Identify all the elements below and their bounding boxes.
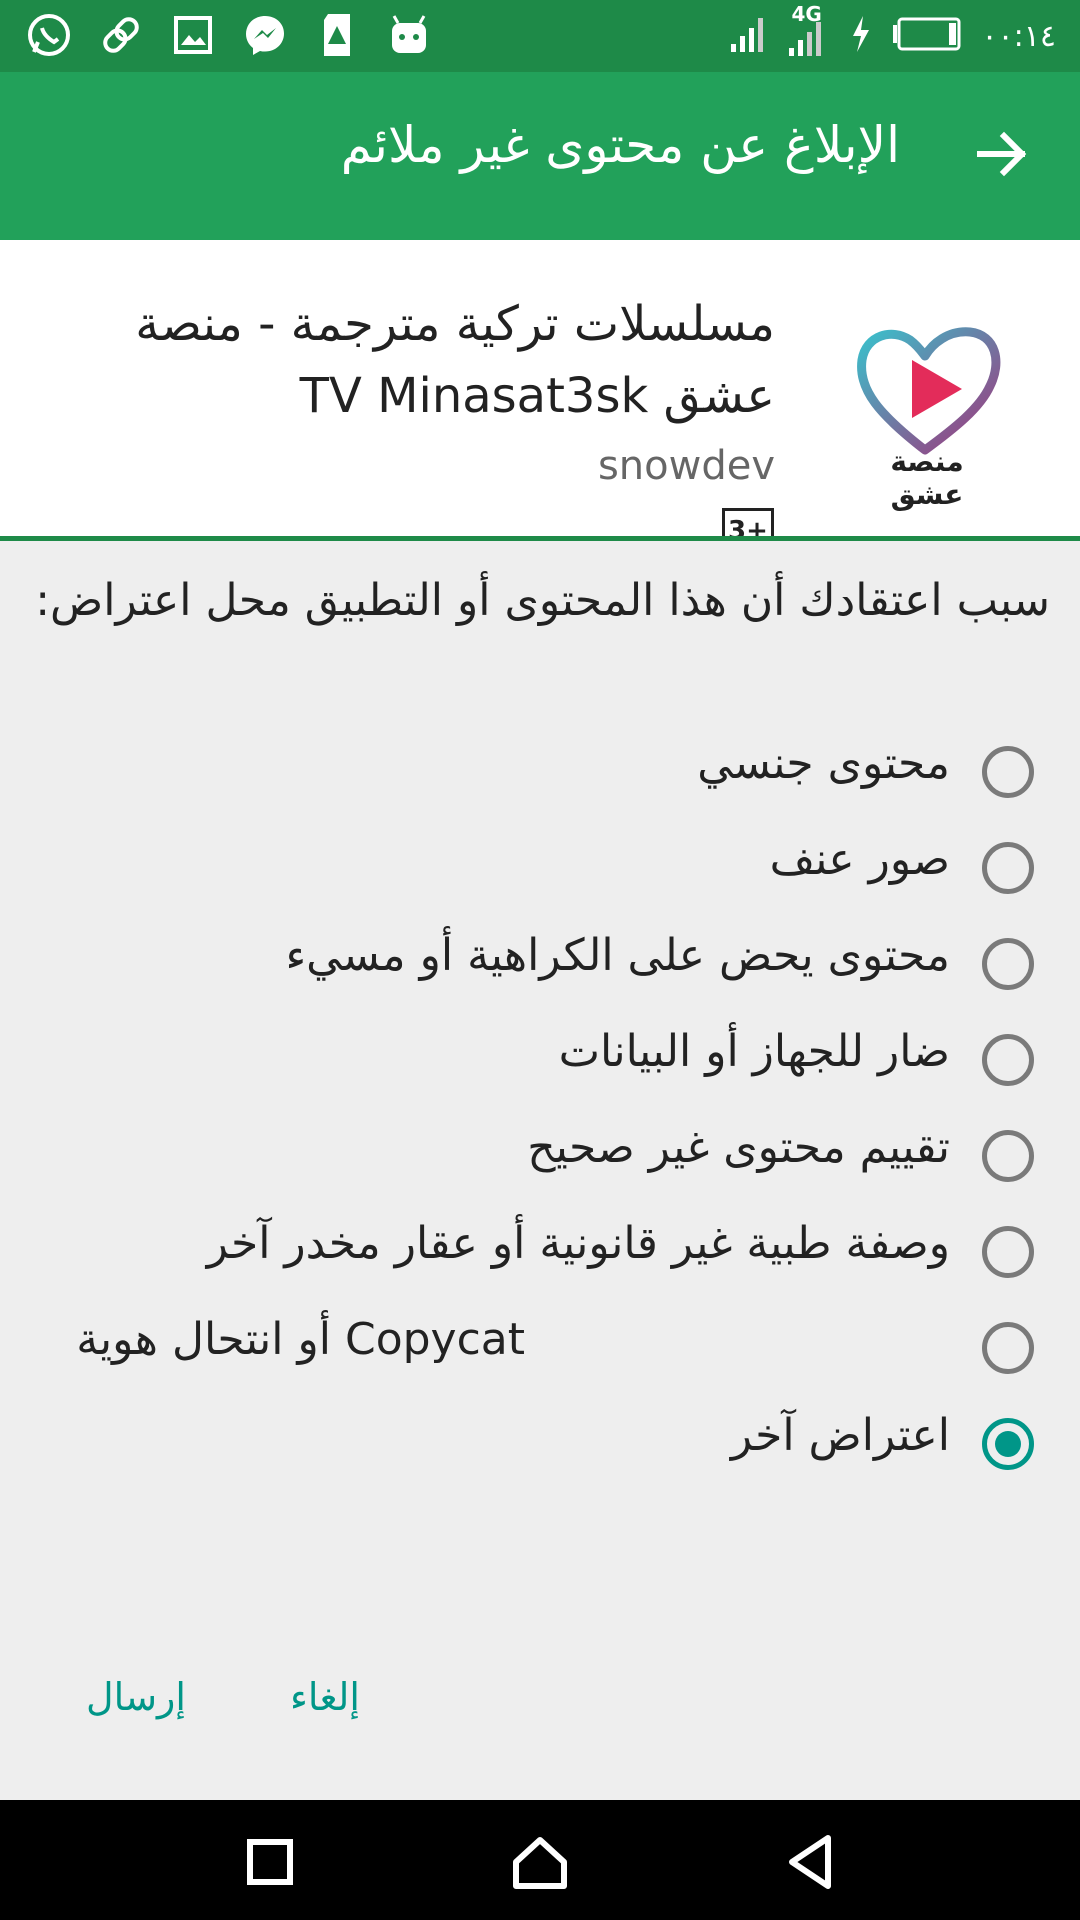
report-question: سبب اعتقادك أن هذا المحتوى أو التطبيق مح… xyxy=(35,575,1050,626)
messenger-icon xyxy=(240,10,290,60)
developer-name[interactable]: snowdev xyxy=(598,443,775,489)
option-label: اعتراض آخر xyxy=(730,1410,950,1461)
radio-button-selected[interactable] xyxy=(982,1418,1034,1470)
option-hateful-content[interactable]: محتوى يحض على الكراهية أو مسيء xyxy=(0,924,1080,1010)
signal-4g-icon: 4G xyxy=(787,2,831,64)
app-name[interactable]: مسلسلات تركية مترجمة - منصة عشق TV Minas… xyxy=(55,288,775,432)
navigation-bar xyxy=(0,1800,1080,1920)
link-icon xyxy=(96,10,146,60)
charging-icon xyxy=(849,14,873,58)
option-copycat[interactable]: Copycat أو انتحال هوية xyxy=(0,1308,1080,1394)
notification-icons xyxy=(24,10,434,60)
app-card: منصة عشق مسلسلات تركية مترجمة - منصة عشق… xyxy=(0,240,1080,541)
option-label: ضار للجهاز أو البيانات xyxy=(558,1026,950,1077)
back-nav-icon[interactable] xyxy=(778,1830,842,1894)
page-title: الإبلاغ عن محتوى غير ملائم xyxy=(340,116,900,174)
option-label: تقييم محتوى غير صحيح xyxy=(527,1122,950,1173)
option-other-objection[interactable]: اعتراض آخر xyxy=(0,1404,1080,1490)
system-indicators: 4G ٠٠:١٤ xyxy=(729,2,1056,64)
network-type: 4G xyxy=(791,2,822,26)
android-icon xyxy=(384,10,434,60)
battery-icon xyxy=(891,16,963,56)
option-label: وصفة طبية غير قانونية أو عقار مخدر آخر xyxy=(206,1218,950,1269)
app-bar: الإبلاغ عن محتوى غير ملائم xyxy=(0,72,1080,240)
radio-button[interactable] xyxy=(982,1322,1034,1374)
home-icon[interactable] xyxy=(508,1830,572,1894)
cancel-button[interactable]: إلغاء xyxy=(290,1675,360,1719)
radio-button[interactable] xyxy=(982,1034,1034,1086)
option-label: صور عنف xyxy=(769,834,950,885)
option-harmful-to-device[interactable]: ضار للجهاز أو البيانات xyxy=(0,1020,1080,1106)
signal-icon xyxy=(729,14,769,58)
age-rating-badge: 3+ xyxy=(722,508,774,536)
radio-button[interactable] xyxy=(982,746,1034,798)
arrow-right-icon xyxy=(977,131,1027,177)
option-label: محتوى يحض على الكراهية أو مسيء xyxy=(285,930,950,981)
radio-button[interactable] xyxy=(982,1226,1034,1278)
radio-button[interactable] xyxy=(982,842,1034,894)
image-icon xyxy=(168,10,218,60)
status-bar: 4G ٠٠:١٤ xyxy=(0,0,1080,72)
app-logo-text: منصة عشق xyxy=(890,445,964,511)
option-label: محتوى جنسي xyxy=(697,738,950,789)
clock: ٠٠:١٤ xyxy=(981,18,1056,54)
option-label: Copycat أو انتحال هوية xyxy=(76,1314,525,1365)
option-violent-images[interactable]: صور عنف xyxy=(0,828,1080,914)
radio-button[interactable] xyxy=(982,1130,1034,1182)
radio-button[interactable] xyxy=(982,938,1034,990)
option-illegal-drugs[interactable]: وصفة طبية غير قانونية أو عقار مخدر آخر xyxy=(0,1212,1080,1298)
recents-icon[interactable] xyxy=(238,1830,302,1894)
whatsapp-icon xyxy=(24,10,74,60)
option-sexual-content[interactable]: محتوى جنسي xyxy=(0,732,1080,818)
back-button[interactable] xyxy=(964,116,1040,192)
option-incorrect-rating[interactable]: تقييم محتوى غير صحيح xyxy=(0,1116,1080,1202)
submit-button[interactable]: إرسال xyxy=(86,1675,186,1719)
sd-alert-icon xyxy=(312,10,362,60)
